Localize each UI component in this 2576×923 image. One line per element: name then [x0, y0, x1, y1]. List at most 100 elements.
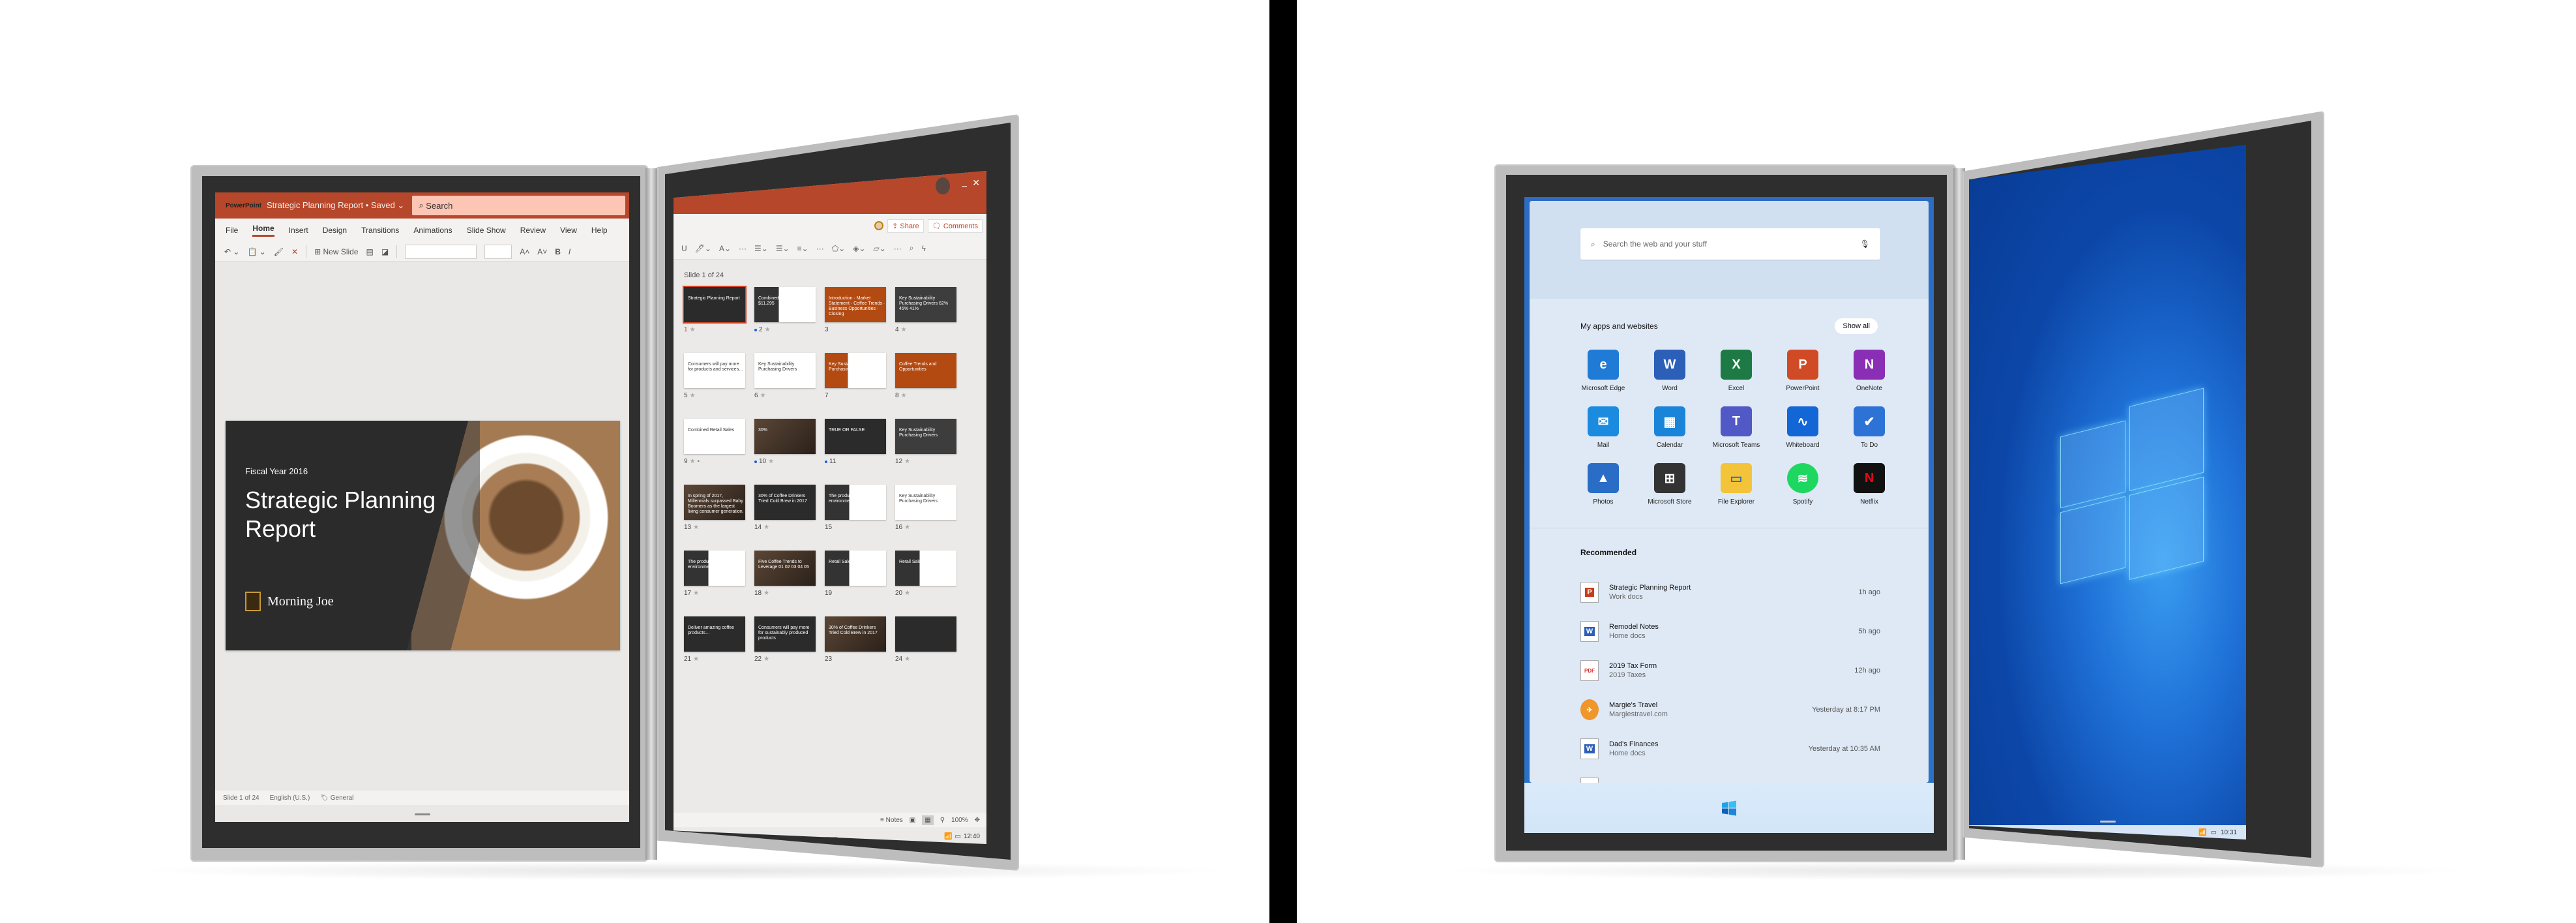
battery-icon[interactable]: ▭ [955, 833, 961, 840]
underline-icon[interactable]: U [681, 244, 687, 253]
shapes-icon[interactable]: ⬠⌄ [832, 244, 845, 253]
slide-canvas[interactable]: Fiscal Year 2016 Strategic Planning Repo… [226, 421, 620, 650]
coauthor-avatar[interactable] [874, 221, 884, 230]
app-tile[interactable]: ⊞ Microsoft Store [1636, 463, 1703, 506]
share-button[interactable]: ⇪ Share [887, 219, 924, 233]
app-tile[interactable]: N OneNote [1836, 350, 1902, 392]
slide-thumbnail[interactable]: Key Sustainability Purchasing Drivers 62… [895, 287, 956, 333]
highlight-icon[interactable]: 🖊⌄ [695, 244, 711, 253]
font-color-icon[interactable]: A⌄ [719, 244, 731, 253]
slide-thumbnail[interactable]: Combined Retail Sales 9 ★ ▪ [684, 419, 745, 465]
slide-thumbnail[interactable]: The product packaging is environmentally… [825, 485, 886, 531]
tab-home[interactable]: Home [252, 224, 274, 237]
undo-icon[interactable]: ↶ ⌄ [224, 247, 239, 256]
star-icon[interactable]: ★ [763, 656, 769, 663]
slide-thumbnail[interactable]: 24 ★ [895, 616, 956, 663]
app-tile[interactable]: X Excel [1703, 350, 1769, 392]
clock[interactable]: 10:31 [2221, 829, 2237, 836]
font-size-dropdown[interactable] [484, 244, 512, 259]
tab-transitions[interactable]: Transitions [361, 226, 399, 235]
slide-thumbnail[interactable]: Strategic Planning Report 1 ★ [683, 286, 747, 333]
app-tile[interactable]: T Microsoft Teams [1703, 406, 1769, 449]
tab-insert[interactable]: Insert [289, 226, 308, 235]
star-icon[interactable]: ★ [690, 392, 696, 399]
slide-thumbnail[interactable]: Key Sustainability Purchasing Drivers 7 [825, 353, 886, 399]
app-tile[interactable]: ≋ Spotify [1769, 463, 1836, 506]
recommended-item[interactable]: PDF 2019 Tax Form 2019 Taxes 12h ago [1580, 651, 1880, 690]
slide-thumbnail[interactable]: 30% 10 ★ [754, 419, 816, 465]
slide-thumbnail[interactable]: Deliver amazing coffee products… 21 ★ [684, 616, 745, 663]
app-tile[interactable]: ✔ To Do [1836, 406, 1902, 449]
delete-icon[interactable]: ✕ [291, 247, 298, 256]
new-slide-button[interactable]: ⊞ New Slide [314, 247, 358, 256]
font-family-dropdown[interactable] [405, 244, 477, 259]
reading-view-icon[interactable]: ⚲ [940, 817, 945, 824]
tab-help[interactable]: Help [591, 226, 608, 235]
bold-button[interactable]: B [555, 247, 561, 256]
slide-thumbnail[interactable]: Key Sustainability Purchasing Drivers 12 ★ [895, 419, 956, 465]
slide-thumbnail[interactable]: In spring of 2017, Millennials surpassed… [684, 485, 745, 531]
star-icon[interactable]: ★ [763, 590, 769, 597]
app-tile[interactable]: W Word [1636, 350, 1703, 392]
slide-thumbnail[interactable]: 30% of Coffee Drinkers Tried Cold Brew i… [754, 485, 816, 531]
comment-icon[interactable]: ▪ [698, 458, 700, 465]
more-icon[interactable]: ··· [739, 244, 747, 253]
wifi-icon[interactable]: 📶 [2198, 829, 2206, 836]
shape-fill-icon[interactable]: ◈⌄ [853, 244, 865, 253]
slide-thumbnail[interactable]: Five Coffee Trends to Leverage 01 02 03 … [754, 551, 816, 597]
more-icon[interactable]: ··· [816, 244, 824, 253]
shape-outline-icon[interactable]: ▱⌄ [874, 244, 886, 253]
layout-icon[interactable]: ▤ [366, 247, 374, 256]
tab-slide-show[interactable]: Slide Show [467, 226, 506, 235]
zoom-level[interactable]: 100% [951, 817, 968, 824]
slide-thumbnail[interactable]: Key Sustainability Purchasing Drivers 6 ★ [754, 353, 816, 399]
align-icon[interactable]: ≡⌄ [797, 244, 808, 253]
search-icon[interactable]: ⌕ [910, 243, 914, 253]
star-icon[interactable]: ★ [901, 326, 907, 333]
user-avatar[interactable] [936, 177, 950, 194]
minimize-button[interactable]: – [962, 180, 967, 190]
app-tile[interactable]: N Netflix [1836, 463, 1902, 506]
language[interactable]: English (U.S.) [270, 794, 310, 802]
recommended-item[interactable]: P Strategic Planning Report Work docs 1h ag… [1580, 573, 1880, 612]
app-tile[interactable]: ✉ Mail [1570, 406, 1636, 449]
star-icon[interactable]: ★ [765, 326, 771, 333]
star-icon[interactable]: ★ [904, 458, 910, 465]
normal-view-icon[interactable]: ▣ [910, 817, 915, 824]
star-icon[interactable]: ★ [768, 458, 774, 465]
slide-thumbnail[interactable]: Consumers will pay more for products and… [684, 353, 745, 399]
star-icon[interactable]: ★ [904, 656, 910, 663]
slide-thumbnail[interactable]: Introduction · Market Statement · Coffee… [825, 287, 886, 333]
windows-start-icon[interactable] [1721, 800, 1737, 816]
recommended-item[interactable]: WWater Quality 2018 [1580, 768, 1880, 783]
slide-thumbnail[interactable]: TRUE OR FALSE 11 [825, 419, 886, 465]
slide-thumbnail[interactable]: Retail Sales 19 [825, 551, 886, 597]
slide-sorter-view-icon[interactable]: ▦ [922, 815, 934, 825]
fit-to-window-icon[interactable]: ✥ [975, 817, 980, 824]
star-icon[interactable]: ★ [904, 590, 910, 597]
clock[interactable]: 12:40 [964, 833, 980, 840]
slide-thumbnail[interactable]: Retail Sales 20 ★ [895, 551, 956, 597]
numbering-icon[interactable]: ☰⌄ [776, 244, 790, 253]
tab-view[interactable]: View [560, 226, 577, 235]
tab-review[interactable]: Review [520, 226, 546, 235]
star-icon[interactable]: ★ [904, 524, 910, 531]
star-icon[interactable]: ★ [693, 590, 699, 597]
star-icon[interactable]: ★ [690, 458, 696, 465]
sensitivity-label[interactable]: 🏷 General [320, 794, 353, 802]
star-icon[interactable]: ★ [693, 524, 699, 531]
wifi-icon[interactable]: 📶 [944, 833, 952, 840]
star-icon[interactable]: ★ [690, 326, 696, 333]
italic-button[interactable]: I [569, 247, 570, 256]
app-tile[interactable]: ∿ Whiteboard [1769, 406, 1836, 449]
slide-thumbnail[interactable]: 30% of Coffee Drinkers Tried Cold Brew i… [825, 616, 886, 663]
bullets-icon[interactable]: ☰⌄ [754, 244, 768, 253]
recommended-item[interactable]: ✈ Margie's Travel Margiestravel.com Yesterd… [1580, 690, 1880, 729]
slide-thumbnail[interactable]: Key Sustainability Purchasing Drivers 16 ★ [895, 485, 956, 531]
tab-file[interactable]: File [226, 226, 238, 235]
more-icon[interactable]: ··· [894, 244, 902, 253]
microphone-icon[interactable]: 🎙 [1860, 239, 1870, 249]
gesture-handle[interactable] [414, 813, 430, 815]
shape-fill-icon[interactable]: ◪ [381, 247, 389, 256]
search-box[interactable]: ⌕ Search [412, 196, 625, 215]
